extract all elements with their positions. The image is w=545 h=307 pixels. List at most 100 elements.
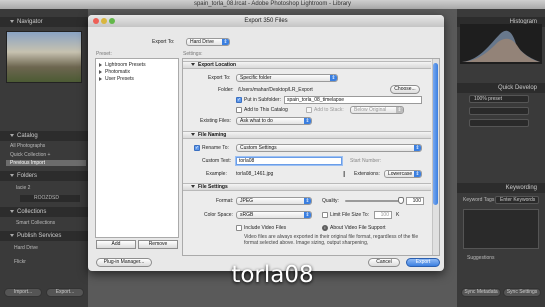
export-panel-button[interactable]: Export...: [46, 288, 84, 297]
quality-label: Quality:: [322, 198, 339, 204]
popup-arrows-icon: ⇕: [330, 75, 337, 81]
start-number-label: Start Number:: [350, 158, 382, 164]
import-button[interactable]: Import...: [4, 288, 42, 297]
extensions-value: Lowercase: [388, 171, 413, 177]
quick-develop-header[interactable]: Quick Develop: [457, 83, 545, 93]
quality-slider[interactable]: [345, 200, 401, 202]
format-dropdown[interactable]: JPEG ⇕: [236, 197, 312, 205]
rename-to-checkbox[interactable]: ✓: [194, 145, 200, 151]
include-video-label: Include Video Files: [244, 225, 287, 231]
folder-item[interactable]: lacie 2: [16, 185, 30, 191]
folder-item[interactable]: ROOZDSD: [20, 195, 80, 202]
limit-file-size-checkbox[interactable]: [322, 212, 328, 218]
publish-services-label: Publish Services: [17, 233, 62, 239]
export-location-to-label: Export To:: [208, 75, 231, 81]
stack-position-dropdown[interactable]: Below Original ⇕: [350, 106, 404, 114]
settings-scroll-thumb[interactable]: [433, 63, 438, 205]
quick-develop-setting[interactable]: [469, 107, 529, 115]
quality-input[interactable]: 100: [406, 197, 424, 205]
add-to-stack-checkbox[interactable]: [306, 107, 312, 113]
extensions-dropdown[interactable]: Lowercase ⇕: [384, 170, 422, 178]
collections-label: Collections: [17, 209, 47, 215]
suggestions-label: Suggestions: [467, 255, 495, 261]
info-icon[interactable]: i: [322, 225, 328, 231]
disclosure-icon: [191, 63, 195, 67]
catalog-header[interactable]: Catalog: [0, 131, 88, 141]
catalog-item-selected[interactable]: Previous Import: [6, 160, 86, 166]
export-location-header[interactable]: Export Location: [183, 61, 431, 69]
format-label: Format:: [216, 198, 234, 204]
preset-folder[interactable]: Photomatix: [99, 69, 130, 75]
catalog-item[interactable]: Quick Collection +: [10, 152, 50, 158]
limit-file-size-label: Limit File Size To:: [330, 212, 370, 218]
file-naming-header[interactable]: File Naming: [183, 131, 431, 139]
collapse-icon: [10, 233, 14, 237]
preset-folder[interactable]: Lightroom Presets: [99, 62, 146, 68]
preset-label: Preset:: [96, 51, 112, 57]
video-note: Video files are always exported in their…: [244, 234, 419, 246]
quality-slider-thumb[interactable]: [398, 197, 404, 204]
export-to-dropdown[interactable]: Hard Drive ⇕: [186, 38, 230, 46]
preset-folder-label: User Presets: [105, 76, 134, 82]
disclosure-icon: [191, 185, 195, 189]
add-to-catalog-checkbox[interactable]: [236, 107, 242, 113]
existing-files-label: Existing Files:: [200, 118, 231, 124]
custom-text-input[interactable]: torla08: [236, 157, 342, 165]
limit-file-size-input[interactable]: 100: [374, 211, 392, 219]
include-video-checkbox[interactable]: [236, 225, 242, 231]
preset-folder-label: Photomatix: [105, 69, 131, 75]
collapse-icon: [10, 173, 14, 177]
preset-folder[interactable]: User Presets: [99, 76, 134, 82]
navigator-label: Navigator: [17, 19, 43, 25]
remove-preset-button[interactable]: Remove: [138, 240, 178, 249]
collection-item[interactable]: Smart Collections: [16, 220, 55, 226]
popup-arrows-icon: ⇕: [304, 198, 311, 204]
navigator-header[interactable]: Navigator: [0, 17, 88, 27]
example-label: Example:: [206, 171, 227, 177]
collapse-icon: [10, 133, 14, 137]
zoom-icon[interactable]: [109, 18, 115, 24]
choose-folder-button[interactable]: Choose...: [390, 85, 420, 94]
add-preset-button[interactable]: Add: [96, 240, 136, 249]
minimize-icon[interactable]: [101, 18, 107, 24]
popup-arrows-icon: ⇕: [396, 107, 403, 113]
keyword-tags-dropdown[interactable]: Enter Keywords: [495, 196, 539, 204]
popup-arrows-icon: ⇕: [222, 39, 229, 45]
quick-develop-preset[interactable]: 100% preset: [469, 95, 529, 103]
histogram-graph: [462, 30, 540, 62]
disclosure-icon: [191, 133, 195, 137]
color-space-dropdown[interactable]: sRGB ⇕: [236, 211, 312, 219]
rename-template-dropdown[interactable]: Custom Settings ⇕: [236, 144, 422, 152]
disclosure-icon: [99, 76, 102, 81]
export-location-dropdown[interactable]: Specific folder ⇕: [236, 74, 338, 82]
popup-arrows-icon: ⇕: [304, 118, 311, 124]
subfolder-input[interactable]: spain_torla_08_timelapse: [284, 96, 422, 104]
close-icon[interactable]: [93, 18, 99, 24]
existing-files-dropdown[interactable]: Ask what to do ⇕: [236, 117, 312, 125]
file-settings-header[interactable]: File Settings: [183, 183, 431, 191]
folder-path: /Users/mahar/Desktop/LR_Export: [238, 87, 313, 93]
window-title: spain_torla_08.lrcat - Adobe Photoshop L…: [0, 0, 545, 9]
video-support-link[interactable]: About Video File Support: [330, 225, 386, 231]
put-in-subfolder-checkbox[interactable]: ✓: [236, 97, 242, 103]
presets-list: Lightroom Presets Photomatix User Preset…: [95, 58, 179, 238]
navigator-preview[interactable]: [6, 31, 82, 83]
keyword-entry-area[interactable]: [463, 209, 539, 249]
histogram: [460, 24, 542, 64]
catalog-item[interactable]: All Photographs: [10, 143, 45, 149]
example-filename: torla08_1461.jpg: [236, 171, 274, 177]
sync-settings-button[interactable]: Sync Settings: [503, 288, 541, 297]
disclosure-icon: [99, 62, 102, 67]
keywording-header[interactable]: Keywording: [457, 183, 545, 193]
popup-arrows-icon: ⇕: [304, 212, 311, 218]
quick-develop-setting[interactable]: [469, 119, 529, 127]
publish-services-header[interactable]: Publish Services: [0, 231, 88, 241]
section-title: Export Location: [198, 62, 237, 68]
publish-item[interactable]: Hard Drive: [14, 245, 38, 251]
collections-header[interactable]: Collections: [0, 207, 88, 217]
existing-files-value: Ask what to do: [240, 118, 273, 124]
rename-template-value: Custom Settings: [240, 145, 277, 151]
sync-metadata-button[interactable]: Sync Metadata: [461, 288, 501, 297]
keyword-tags-label: Keyword Tags: [463, 197, 495, 203]
folders-header[interactable]: Folders: [0, 171, 88, 181]
